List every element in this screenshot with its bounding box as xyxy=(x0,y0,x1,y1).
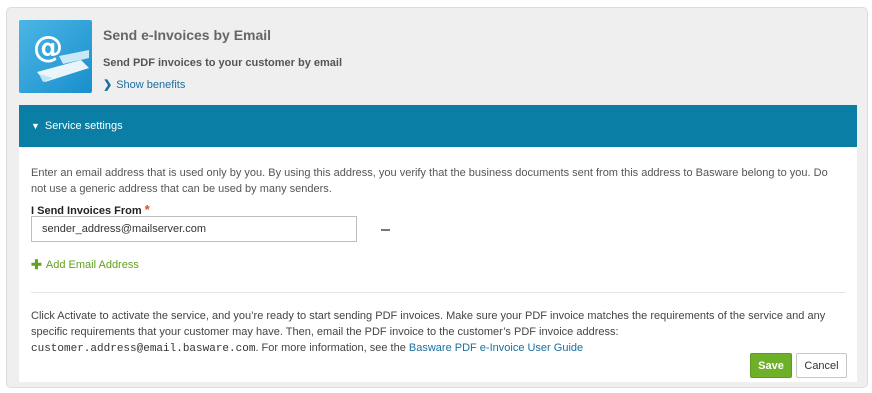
add-email-address-label: Add Email Address xyxy=(45,259,139,271)
sender-email-label: I Send Invoices From * xyxy=(31,202,150,217)
customer-address: customer.address@email.basware.com xyxy=(31,343,256,355)
required-asterisk: * xyxy=(144,202,150,217)
service-settings-label: Service settings xyxy=(44,120,123,132)
save-button[interactable]: Save xyxy=(750,353,792,378)
chevron-down-icon: ▼ xyxy=(31,121,40,131)
add-email-address-link[interactable]: ✚ Add Email Address xyxy=(31,257,139,273)
service-settings-toggle[interactable]: ▼ Service settings xyxy=(19,105,857,147)
show-benefits-label: Show benefits xyxy=(116,78,186,91)
activation-text-part1: Click Activate to activate the service, … xyxy=(31,310,826,338)
show-benefits-link[interactable]: ❯ Show benefits xyxy=(103,78,186,92)
service-card: @ Send e-Invoices by Email Send PDF invo… xyxy=(6,7,868,388)
activation-text-part2: . For more information, see the xyxy=(255,342,409,354)
plus-icon: ✚ xyxy=(31,257,42,272)
cancel-button[interactable]: Cancel xyxy=(796,353,847,378)
service-description: Enter an email address that is used only… xyxy=(31,167,828,195)
sender-email-input[interactable] xyxy=(31,216,357,242)
user-guide-link[interactable]: Basware PDF e-Invoice User Guide xyxy=(409,342,583,354)
envelope-icon xyxy=(37,50,89,82)
chevron-right-icon: ❯ xyxy=(103,79,113,91)
divider xyxy=(31,292,845,293)
page-title: Send e-Invoices by Email xyxy=(103,27,272,43)
service-tile: @ xyxy=(19,20,92,93)
remove-email-icon[interactable] xyxy=(381,229,390,231)
activation-instructions: Click Activate to activate the service, … xyxy=(31,308,843,357)
service-settings-panel: Enter an email address that is used only… xyxy=(19,147,857,382)
page-subtitle: Send PDF invoices to your customer by em… xyxy=(103,57,343,69)
